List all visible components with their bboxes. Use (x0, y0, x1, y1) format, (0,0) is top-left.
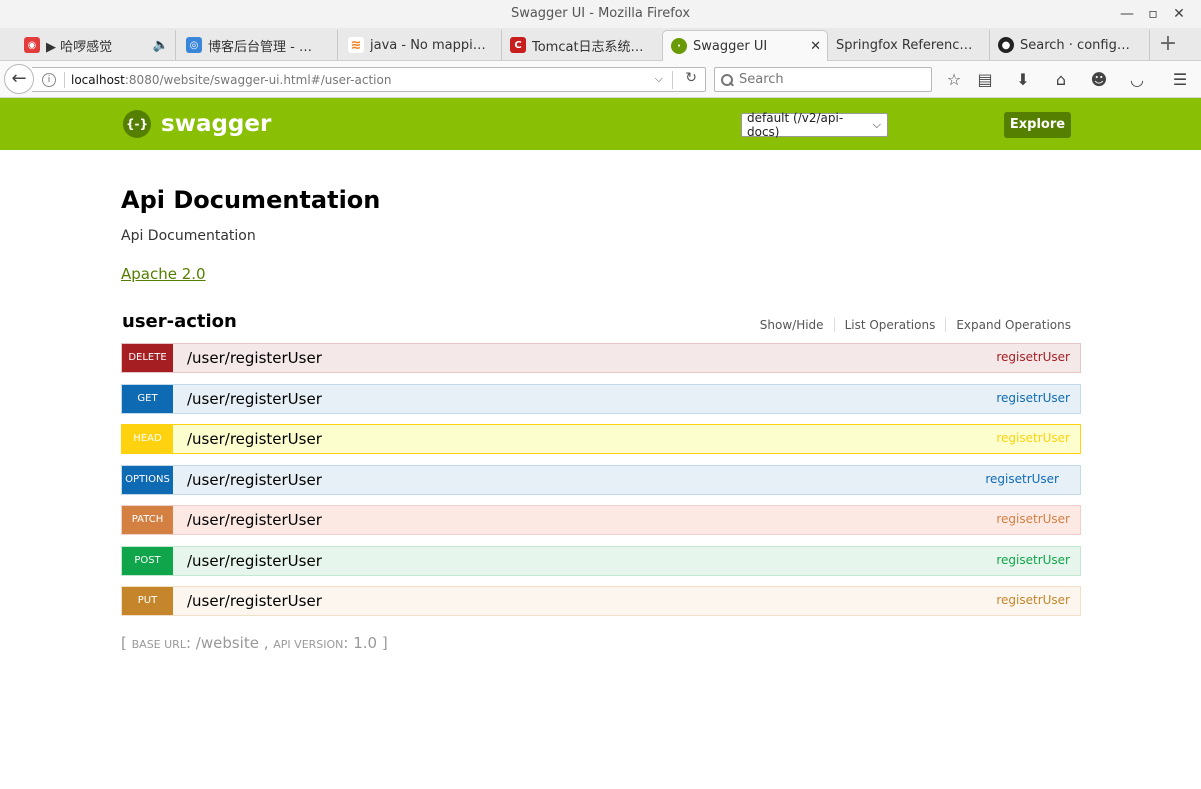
base-url-footer: [ BASE URL: /website , API VERSION: 1.0 … (121, 634, 388, 652)
operation-path[interactable]: /user/registerUser (187, 592, 322, 610)
search-icon (721, 73, 733, 86)
tab-label: Search · config… (1020, 37, 1130, 53)
bookmark-star-icon[interactable]: ☆ (943, 69, 965, 91)
operation-summary[interactable]: regisetrUser (985, 472, 1059, 486)
site-info-icon[interactable]: i (42, 72, 56, 87)
list-operations-link[interactable]: List Operations (835, 318, 947, 332)
url-bar[interactable]: i localhost:8080/website/swagger-ui.html… (32, 67, 706, 92)
base-url-label: BASE URL (131, 638, 186, 651)
search-bar[interactable] (714, 67, 932, 92)
tab-netease[interactable]: ◉ ▶ 哈啰感觉 🔈 (16, 30, 176, 60)
tab-label: Tomcat日志系统… (532, 39, 644, 55)
tab-csdn[interactable]: C Tomcat日志系统… (502, 30, 662, 60)
chevron-down-icon: ⌵ (872, 118, 881, 131)
swagger-header: {-} swagger default (/v2/api-docs) ⌵ Exp… (0, 98, 1201, 150)
emoji-icon[interactable]: ☻ (1088, 69, 1110, 91)
api-description: Api Documentation (121, 228, 256, 244)
operation-path[interactable]: /user/registerUser (187, 349, 322, 367)
base-url-value: /website (195, 634, 259, 652)
method-badge[interactable]: DELETE (122, 344, 173, 372)
operation-path[interactable]: /user/registerUser (187, 552, 322, 570)
operations-list: DELETE /user/registerUser regisetrUser G… (121, 343, 1081, 627)
method-badge[interactable]: OPTIONS (122, 465, 173, 494)
method-badge[interactable]: GET (122, 384, 173, 413)
github-icon: ● (998, 37, 1014, 53)
spec-select[interactable]: default (/v2/api-docs) ⌵ (741, 111, 888, 139)
page-title: Api Documentation (121, 186, 381, 214)
method-badge[interactable]: PATCH (122, 506, 173, 534)
back-icon[interactable]: ← (4, 64, 34, 94)
tab-swagger[interactable]: · Swagger UI ✕ (662, 30, 828, 61)
method-badge[interactable]: PUT (122, 587, 173, 615)
maximize-icon[interactable]: ▫ (1142, 4, 1164, 24)
pocket-icon[interactable]: ◡ (1126, 69, 1148, 91)
explore-button[interactable]: Explore (1004, 112, 1071, 138)
speaker-icon[interactable]: 🔈 (153, 38, 169, 53)
window-title: Swagger UI - Mozilla Firefox (510, 6, 691, 21)
operation-summary[interactable]: regisetrUser (996, 391, 1070, 405)
swagger-logo[interactable]: {-} swagger (123, 110, 271, 138)
tab-label: java - No mappi… (370, 37, 486, 53)
tab-strip: ◉ ▶ 哈啰感觉 🔈 ◎ 博客后台管理 - … ≋ java - No mapp… (0, 28, 1201, 61)
swagger-logo-text: swagger (161, 111, 272, 137)
operation-row[interactable]: PUT /user/registerUser regisetrUser (121, 586, 1081, 616)
window-titlebar: Swagger UI - Mozilla Firefox — ▫ ✕ (0, 0, 1201, 28)
stackoverflow-icon: ≋ (348, 37, 364, 53)
method-badge[interactable]: POST (122, 546, 173, 575)
swagger-logo-icon: {-} (123, 110, 151, 138)
url-path: :8080/website/swagger-ui.html#/user-acti… (124, 72, 392, 87)
operation-summary[interactable]: regisetrUser (996, 512, 1070, 526)
url-host: localhost (71, 72, 125, 87)
operation-row[interactable]: OPTIONS /user/registerUser regisetrUser (121, 464, 1081, 495)
reading-list-icon[interactable]: ▤ (974, 69, 996, 91)
reload-icon[interactable]: ↻ (685, 70, 697, 86)
chevron-down-icon[interactable]: ⌵ (655, 72, 663, 86)
menu-icon[interactable]: ☰ (1169, 69, 1191, 91)
operation-path[interactable]: /user/registerUser (187, 430, 322, 448)
netease-music-icon: ◉ (24, 37, 40, 53)
download-icon[interactable]: ⬇ (1012, 69, 1034, 91)
tab-blog[interactable]: ◎ 博客后台管理 - … (178, 30, 338, 60)
blog-icon: ◎ (186, 37, 202, 53)
operation-row[interactable]: POST /user/registerUser regisetrUser (121, 545, 1081, 576)
operation-summary[interactable]: regisetrUser (996, 593, 1070, 607)
license-link[interactable]: Apache 2.0 (121, 265, 206, 283)
minimize-icon[interactable]: — (1116, 4, 1138, 24)
operation-path[interactable]: /user/registerUser (187, 390, 322, 408)
method-badge[interactable]: HEAD (122, 425, 173, 453)
home-icon[interactable]: ⌂ (1050, 69, 1072, 91)
operation-row[interactable]: GET /user/registerUser regisetrUser (121, 383, 1081, 414)
tab-springfox[interactable]: Springfox Referenc… (828, 30, 990, 60)
operation-path[interactable]: /user/registerUser (187, 511, 322, 529)
swagger-favicon: · (671, 38, 687, 54)
tab-github[interactable]: ● Search · config… (990, 30, 1150, 60)
operation-row[interactable]: HEAD /user/registerUser regisetrUser (121, 424, 1081, 454)
operation-path[interactable]: /user/registerUser (187, 471, 322, 489)
divider (672, 71, 673, 89)
navigation-toolbar: i localhost:8080/website/swagger-ui.html… (0, 61, 1201, 98)
divider (64, 71, 65, 88)
close-window-icon[interactable]: ✕ (1168, 4, 1190, 24)
show-hide-link[interactable]: Show/Hide (750, 318, 835, 332)
operation-summary[interactable]: regisetrUser (996, 553, 1070, 567)
csdn-icon: C (510, 37, 526, 53)
spec-selected-value: default (/v2/api-docs) (747, 111, 844, 139)
tab-label: ▶ 哈啰感觉 (46, 39, 113, 55)
api-version-value: 1.0 (353, 634, 378, 652)
close-tab-icon[interactable]: ✕ (802, 39, 821, 54)
tab-label: Swagger UI (693, 38, 768, 54)
search-input[interactable] (739, 72, 919, 87)
resource-title[interactable]: user-action (122, 311, 237, 332)
operation-row[interactable]: DELETE /user/registerUser regisetrUser (121, 343, 1081, 373)
tab-label: 博客后台管理 - … (208, 39, 312, 55)
tab-stackoverflow[interactable]: ≋ java - No mappi… (340, 30, 502, 60)
api-version-label: API VERSION (273, 638, 344, 651)
expand-operations-link[interactable]: Expand Operations (946, 318, 1071, 332)
operation-summary[interactable]: regisetrUser (996, 431, 1070, 445)
operation-summary[interactable]: regisetrUser (996, 350, 1070, 364)
new-tab-icon[interactable]: + (1156, 33, 1180, 57)
operation-row[interactable]: PATCH /user/registerUser regisetrUser (121, 505, 1081, 535)
resource-actions: Show/Hide List Operations Expand Operati… (750, 318, 1071, 332)
tab-label: Springfox Referenc… (836, 37, 973, 53)
